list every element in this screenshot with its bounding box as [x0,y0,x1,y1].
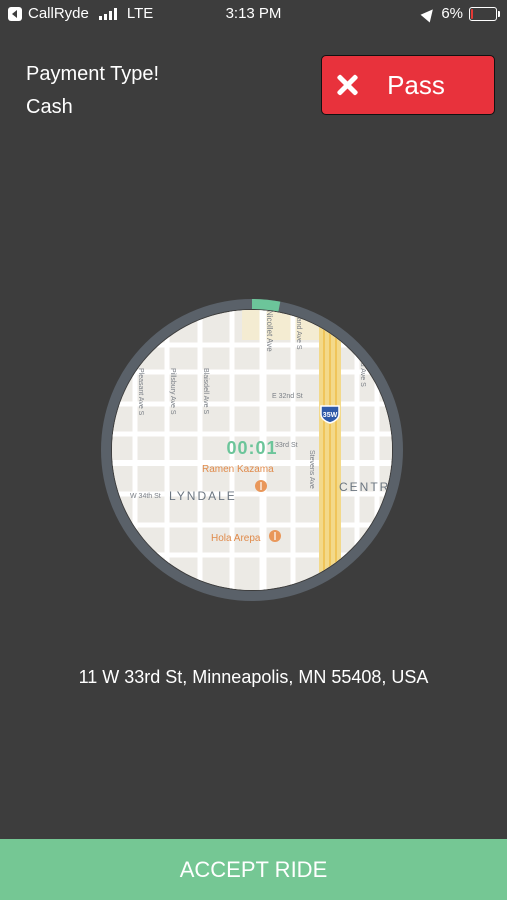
countdown-timer: 00:01 [226,438,278,458]
street-label-e32nd: E 32nd St [272,393,303,400]
street-label-nicollet: Nicollet Ave [265,310,274,352]
poi-label-hola: Hola Arepa [211,533,261,544]
ride-map-timer: 35W Pleasant Ave S Pillsbury Ave S Blais… [101,299,403,601]
battery-icon [469,6,500,21]
highway-shield-icon: 35W [320,405,340,424]
status-right: 6% [420,5,500,22]
neighborhood-label-lyndale: LYNDALE [169,489,237,503]
payment-type-value: Cash [26,96,73,118]
restaurant-pin-icon [255,480,267,492]
payment-type-label: Payment Type! [26,63,160,85]
neighborhood-label-centr: CENTR [339,480,390,494]
accept-ride-button[interactable]: ACCEPT RIDE [0,839,507,900]
poi-label-ramen: Ramen Kazama [202,464,274,475]
pass-button[interactable]: Pass [321,55,495,115]
street-label-w34th: W 34th St [130,493,161,500]
street-label-blaisdell: Blaisdell Ave S [202,368,209,415]
restaurant-pin-icon [269,530,281,542]
street-label-pleasant: Pleasant Ave S [137,368,144,416]
battery-fill [471,8,473,19]
pass-button-label: Pass [387,69,445,100]
status-bar: CallRyde LTE 3:13 PM 6% [0,0,507,28]
pickup-address: 11 W 33rd St, Minneapolis, MN 55408, USA [78,667,429,687]
highway-label: 35W [323,412,338,419]
street-label-pillsbury: Pillsbury Ave S [169,368,176,415]
payment-info: Payment Type! Cash [26,58,159,124]
location-arrow-icon [420,5,438,22]
close-icon [336,74,358,96]
battery-tip [498,10,500,17]
battery-percent: 6% [441,5,463,22]
